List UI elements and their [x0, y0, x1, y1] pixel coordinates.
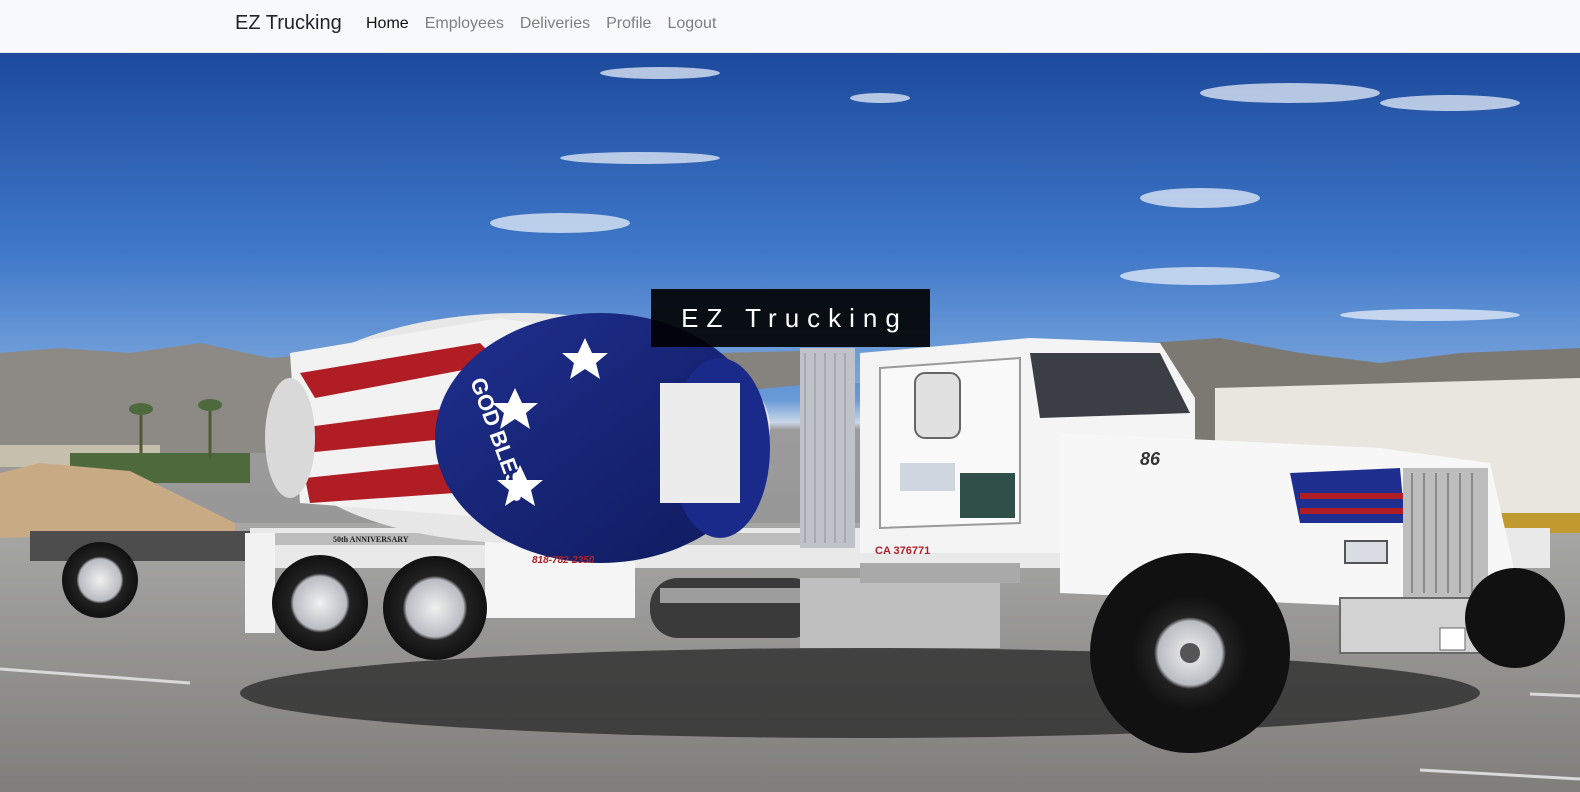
plate-text: CA 376771 [875, 545, 930, 557]
nav-deliveries[interactable]: Deliveries [512, 14, 598, 34]
nav-home[interactable]: Home [366, 14, 417, 34]
nav-profile[interactable]: Profile [598, 14, 659, 34]
hero-truck-image: GOD BLESS 50th ANNIVERSARY 818-782-2350 … [0, 53, 1580, 792]
nav-logout[interactable]: Logout [659, 14, 724, 34]
top-navbar: EZ Trucking Home Employees Deliveries Pr… [0, 0, 1580, 53]
hero-title: EZ Trucking [651, 289, 930, 347]
anniversary-text: 50th ANNIVERSARY [333, 535, 409, 544]
nav-employees[interactable]: Employees [417, 14, 512, 34]
model-badge: 86 [1140, 449, 1161, 469]
brand-link[interactable]: EZ Trucking [235, 11, 342, 35]
hero-banner: GOD BLESS 50th ANNIVERSARY 818-782-2350 … [0, 53, 1580, 792]
nav-links: Home Employees Deliveries Profile Logout [366, 14, 724, 34]
phone-text: 818-782-2350 [532, 555, 595, 566]
